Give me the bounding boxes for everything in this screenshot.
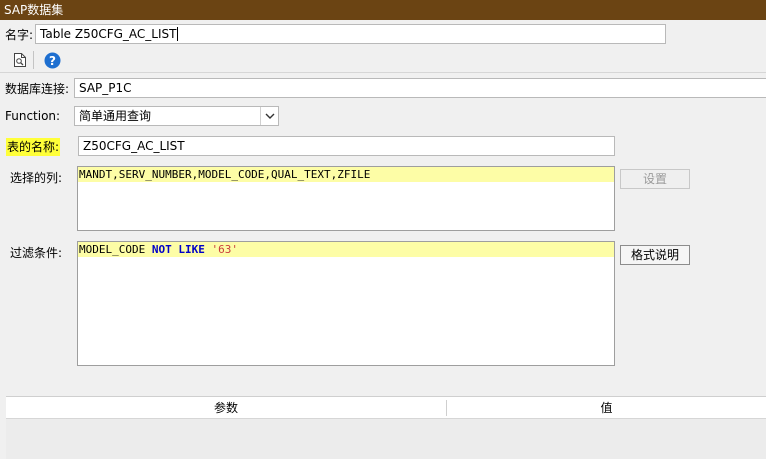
columns-label: 选择的列:	[10, 171, 63, 185]
function-select-value: 简单通用查询	[79, 109, 152, 123]
help-button[interactable]: ?	[43, 51, 61, 69]
table-name-input[interactable]: Z50CFG_AC_LIST	[78, 136, 615, 156]
toolbar-separator	[0, 72, 766, 73]
name-input-value: Table Z50CFG_AC_LIST	[40, 27, 177, 41]
format-help-button[interactable]: 格式说明	[620, 245, 690, 265]
connection-label: 数据库连接:	[5, 82, 70, 96]
columns-text: MANDT,SERV_NUMBER,MODEL_CODE,QUAL_TEXT,Z…	[78, 167, 614, 182]
function-label: Function:	[5, 109, 61, 123]
toolbar-divider	[33, 51, 34, 69]
svg-text:?: ?	[49, 54, 56, 68]
filter-text: MODEL_CODE NOT LIKE '63'	[78, 242, 614, 257]
preview-button[interactable]	[11, 51, 29, 69]
filter-textarea[interactable]: MODEL_CODE NOT LIKE '63'	[77, 241, 615, 366]
help-circle-icon: ?	[44, 52, 60, 68]
function-select[interactable]: 简单通用查询	[74, 106, 279, 126]
filter-label: 过滤条件:	[10, 246, 63, 260]
window-title: SAP数据集	[0, 0, 766, 20]
params-table-header: 参数 值	[6, 397, 766, 419]
settings-button[interactable]: 设置	[620, 169, 690, 189]
params-col-value[interactable]: 值	[447, 397, 766, 419]
name-input[interactable]: Table Z50CFG_AC_LIST	[35, 24, 666, 44]
chevron-down-icon[interactable]	[260, 107, 278, 125]
columns-textarea[interactable]: MANDT,SERV_NUMBER,MODEL_CODE,QUAL_TEXT,Z…	[77, 166, 615, 231]
params-col-param[interactable]: 参数	[6, 397, 446, 419]
page-preview-icon	[14, 53, 26, 67]
params-table[interactable]: 参数 值	[6, 396, 766, 459]
table-name-label: 表的名称:	[6, 138, 61, 156]
name-label: 名字:	[5, 28, 34, 42]
connection-input[interactable]: SAP_P1C	[74, 78, 766, 98]
